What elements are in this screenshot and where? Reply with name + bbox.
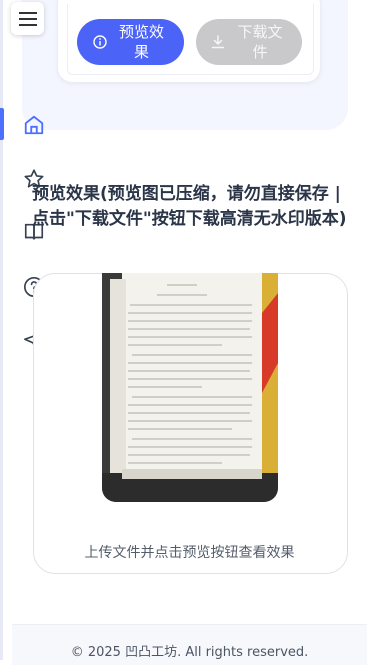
download-button[interactable]: 下载文件: [196, 19, 302, 65]
preview-button[interactable]: 预览效果: [77, 19, 184, 65]
sidebar-rail: [0, 0, 3, 660]
home-icon: [24, 115, 44, 135]
sidebar-active-indicator: [0, 108, 4, 140]
preview-caption: 上传文件并点击预览按钮查看效果: [84, 545, 295, 561]
info-circle-icon: [92, 35, 107, 49]
hamburger-icon: [18, 11, 37, 26]
menu-toggle-button[interactable]: [11, 2, 44, 35]
preview-button-label: 预览效果: [118, 23, 164, 61]
document-preview-image: [102, 273, 278, 502]
nav-home[interactable]: [22, 113, 46, 137]
preview-title: 预览效果(预览图已压缩，请勿直接保存 | 点击"下载文件"按钮下载高清无水印版本…: [32, 184, 347, 229]
download-icon: [211, 35, 225, 49]
footer-copyright: © 2025 凹凸工坊. All rights reserved.: [70, 645, 309, 660]
download-button-label: 下载文件: [237, 23, 283, 61]
